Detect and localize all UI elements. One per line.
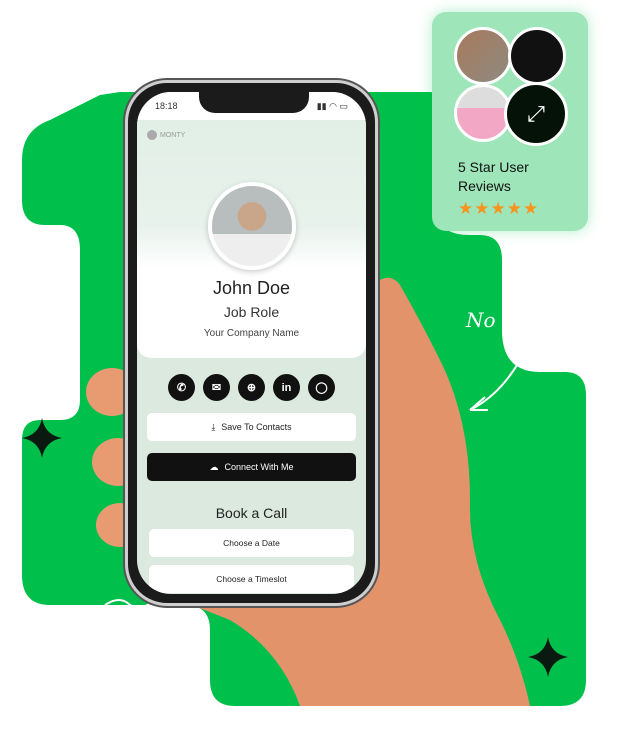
book-call-heading: Book a Call [215,505,288,521]
contact-icons: ✆ ✉ ⊕ in ◯ [137,374,366,401]
globe-icon[interactable]: ⊕ [238,374,265,401]
avatar [207,182,296,270]
reviews-line-1: 5 Star User [458,159,529,175]
save-to-contacts-label: Save To Contacts [221,422,292,432]
signal-wifi-battery-icon: ▮▮ ◠ ▭ [316,100,348,111]
connect-with-me-button[interactable]: ☁ Connect With Me [147,453,356,481]
profile-card: MONTY John Doe Job Role Your Company Nam… [137,120,366,358]
phone-mockup: 18:18 ▮▮ ◠ ▭ MONTY John Doe Job Role You… [125,80,378,606]
phone-icon[interactable]: ✆ [168,374,195,401]
reviews-card: ⤢ 5 Star User Reviews ★★★★★ [432,12,588,231]
linkedin-icon[interactable]: in [273,374,300,401]
mail-icon[interactable]: ✉ [203,374,230,401]
cloud-upload-icon: ☁ [209,461,219,472]
profile-role: Job Role [223,304,280,320]
save-to-contacts-button[interactable]: ⤓ Save To Contacts [147,413,356,441]
whatsapp-icon[interactable]: ◯ [308,374,335,401]
download-icon: ⤓ [211,421,216,432]
arrow-link-icon[interactable]: ⤢ [504,82,568,146]
phone-screen: 18:18 ▮▮ ◠ ▭ MONTY John Doe Job Role You… [137,92,366,594]
reviewer-logo [508,27,566,85]
profile-company: Your Company Name [203,328,300,339]
profile-name: John Doe [212,278,291,298]
choose-timeslot-select[interactable]: Choose a Timeslot [149,565,354,593]
reviews-text: 5 Star User Reviews [458,158,529,196]
reviewer-avatar [454,27,512,85]
choose-date-select[interactable]: Choose a Date [149,529,354,557]
connect-with-me-label: Connect With Me [224,462,294,472]
brand-logo: MONTY [147,130,185,140]
handwriting-text: No [466,308,496,332]
star-rating: ★★★★★ [458,199,540,218]
reviews-line-2: Reviews [458,178,511,194]
phone-notch [199,92,309,113]
logo-mark-icon [147,130,157,140]
status-time: 18:18 [155,101,178,111]
logo-text: MONTY [160,131,186,139]
